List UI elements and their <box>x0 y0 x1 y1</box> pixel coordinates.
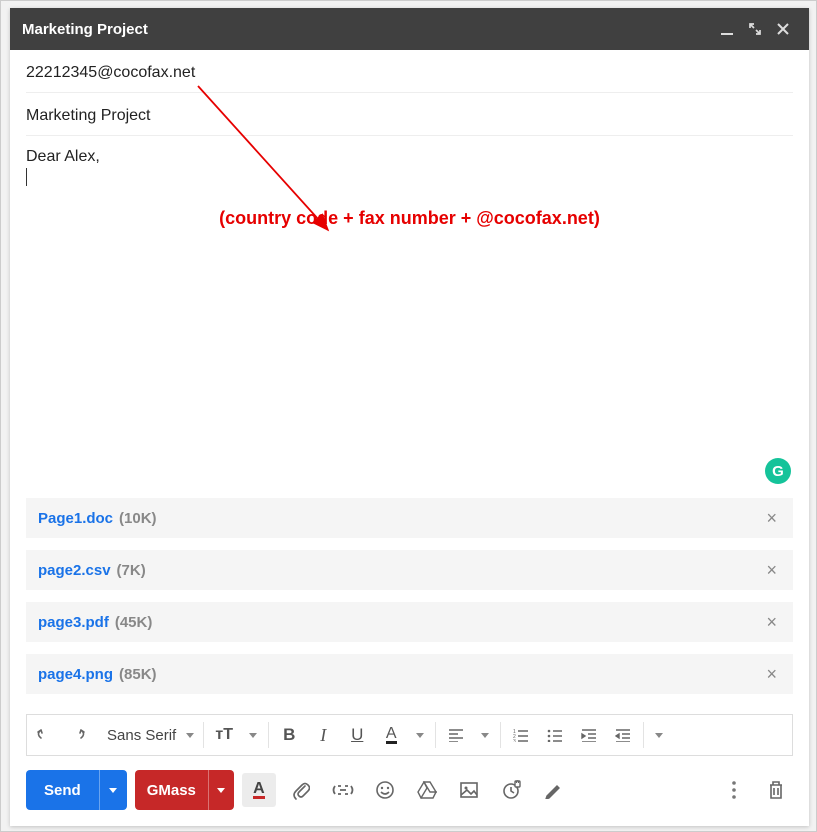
attach-file-button[interactable] <box>284 773 318 807</box>
formatting-toolbar: Sans Serif тТ B I U A 123 <box>26 714 793 756</box>
chevron-down-icon <box>186 733 194 738</box>
attachment-name[interactable]: Page1.doc <box>38 510 113 527</box>
text-color-button[interactable]: A <box>374 715 408 755</box>
remove-attachment-icon[interactable]: × <box>762 560 781 581</box>
attachment-size: (45K) <box>115 614 153 631</box>
indent-more-button[interactable] <box>606 715 640 755</box>
attachment-size: (7K) <box>117 562 146 579</box>
insert-emoji-button[interactable] <box>368 773 402 807</box>
svg-text:3: 3 <box>513 739 516 742</box>
bulleted-list-button[interactable] <box>538 715 572 755</box>
remove-attachment-icon[interactable]: × <box>762 664 781 685</box>
message-body[interactable]: Dear Alex, (country code + fax number + … <box>10 136 809 498</box>
more-options-button[interactable] <box>717 773 751 807</box>
bold-button[interactable]: B <box>272 715 306 755</box>
bottom-toolbar: Send GMass A <box>10 756 809 826</box>
chevron-down-icon <box>217 788 225 793</box>
redo-button[interactable] <box>61 715 95 755</box>
close-button[interactable] <box>769 15 797 43</box>
font-family-select[interactable]: Sans Serif <box>95 727 200 744</box>
gmass-button-group: GMass <box>135 770 234 810</box>
font-size-button[interactable]: тТ <box>207 715 241 755</box>
discard-draft-button[interactable] <box>759 773 793 807</box>
attachment-row: page4.png (85K) × <box>26 654 793 694</box>
chevron-down-icon <box>655 733 663 738</box>
chevron-down-icon <box>416 733 424 738</box>
font-size-caret[interactable] <box>241 715 265 755</box>
attachment-name[interactable]: page4.png <box>38 666 113 683</box>
gmass-options-button[interactable] <box>208 770 234 810</box>
separator <box>435 722 436 748</box>
insert-photo-button[interactable] <box>452 773 486 807</box>
insert-link-button[interactable] <box>326 773 360 807</box>
body-greeting-line: Dear Alex, <box>26 148 793 166</box>
send-button-group: Send <box>26 770 127 810</box>
send-button[interactable]: Send <box>26 770 99 810</box>
attachment-name[interactable]: page3.pdf <box>38 614 109 631</box>
italic-button[interactable]: I <box>306 715 340 755</box>
to-field[interactable]: 22212345@cocofax.net <box>26 50 793 93</box>
undo-button[interactable] <box>27 715 61 755</box>
underline-button[interactable]: U <box>340 715 374 755</box>
indent-less-button[interactable] <box>572 715 606 755</box>
remove-attachment-icon[interactable]: × <box>762 508 781 529</box>
annotation-arrow <box>10 136 809 396</box>
text-cursor <box>26 168 27 186</box>
more-formatting-button[interactable] <box>647 715 671 755</box>
header-fields: 22212345@cocofax.net Marketing Project <box>10 50 809 136</box>
attachments-list: Page1.doc (10K) × page2.csv (7K) × page3… <box>10 498 809 714</box>
window-title: Marketing Project <box>22 21 713 38</box>
attachment-name[interactable]: page2.csv <box>38 562 111 579</box>
send-options-button[interactable] <box>99 770 127 810</box>
separator <box>268 722 269 748</box>
fullscreen-button[interactable] <box>741 15 769 43</box>
chevron-down-icon <box>481 733 489 738</box>
remove-attachment-icon[interactable]: × <box>762 612 781 633</box>
grammarly-badge[interactable]: G <box>765 458 791 484</box>
attachment-row: Page1.doc (10K) × <box>26 498 793 538</box>
align-button[interactable] <box>439 715 473 755</box>
chevron-down-icon <box>249 733 257 738</box>
insert-signature-button[interactable] <box>536 773 570 807</box>
gmass-button[interactable]: GMass <box>135 770 208 810</box>
attachment-row: page3.pdf (45K) × <box>26 602 793 642</box>
formatting-toggle-button[interactable]: A <box>242 773 276 807</box>
chevron-down-icon <box>109 788 117 793</box>
attachment-row: page2.csv (7K) × <box>26 550 793 590</box>
separator <box>203 722 204 748</box>
font-family-label: Sans Serif <box>107 727 176 744</box>
insert-drive-button[interactable] <box>410 773 444 807</box>
minimize-button[interactable] <box>713 15 741 43</box>
text-color-caret[interactable] <box>408 715 432 755</box>
attachment-size: (10K) <box>119 510 157 527</box>
align-caret[interactable] <box>473 715 497 755</box>
titlebar: Marketing Project <box>10 8 809 50</box>
attachment-size: (85K) <box>119 666 157 683</box>
subject-field[interactable]: Marketing Project <box>26 93 793 136</box>
compose-window: Marketing Project 22212345@cocofax.net M… <box>10 8 809 826</box>
annotation-label: (country code + fax number + @cocofax.ne… <box>10 208 809 229</box>
separator <box>643 722 644 748</box>
confidential-mode-button[interactable] <box>494 773 528 807</box>
separator <box>500 722 501 748</box>
numbered-list-button[interactable]: 123 <box>504 715 538 755</box>
